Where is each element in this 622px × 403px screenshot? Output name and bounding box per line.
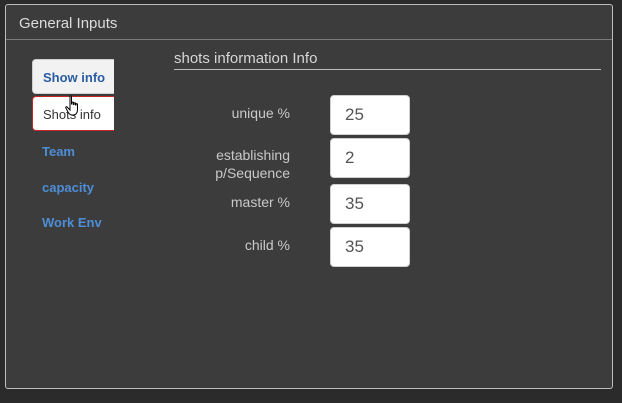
master-percent-label: master %: [230, 194, 290, 210]
panel-title: General Inputs: [19, 15, 118, 32]
general-inputs-panel: General Inputs Show info Shots info Team…: [5, 4, 613, 389]
tab-show-info[interactable]: Show info: [32, 59, 114, 94]
hand-pointer-icon: [65, 95, 78, 116]
child-percent-input[interactable]: [330, 227, 410, 267]
tab-team[interactable]: Team: [32, 134, 75, 169]
master-percent-input[interactable]: [330, 184, 410, 224]
unique-percent-label: unique %: [231, 105, 290, 121]
tab-work-env[interactable]: Work Env: [32, 205, 102, 240]
establishing-per-sequence-label: establishing p/Sequence: [215, 147, 290, 181]
panel-header: General Inputs: [6, 5, 612, 40]
unique-percent-input[interactable]: [330, 95, 410, 135]
child-percent-label: child %: [244, 237, 290, 253]
establishing-per-sequence-input[interactable]: [330, 138, 410, 178]
tab-capacity[interactable]: capacity: [32, 170, 94, 205]
section-title: shots information Info: [174, 50, 601, 70]
